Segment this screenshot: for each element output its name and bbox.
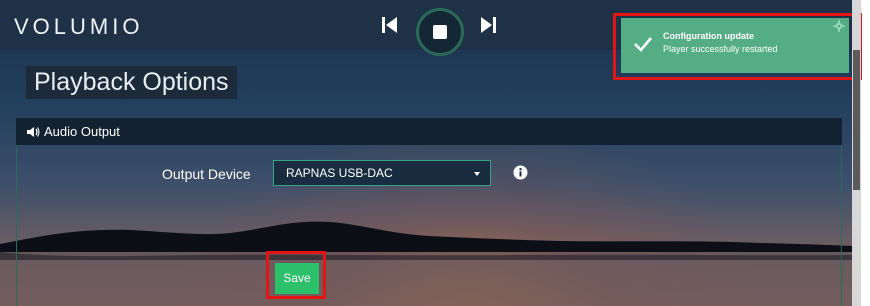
stop-icon: [433, 25, 447, 39]
skip-next-icon[interactable]: [478, 14, 498, 36]
output-device-value: RAPNAS USB-DAC: [286, 166, 393, 180]
toast-highlight-box: [613, 13, 862, 80]
info-icon[interactable]: [513, 165, 528, 180]
page-title: Playback Options: [26, 66, 237, 99]
scrollbar-thumb[interactable]: [853, 50, 860, 190]
speaker-icon: [27, 127, 40, 137]
save-button[interactable]: Save: [275, 263, 319, 294]
chevron-down-icon: [474, 172, 480, 176]
skip-previous-icon[interactable]: [380, 14, 400, 36]
output-device-label: Output Device: [162, 166, 251, 182]
stop-button[interactable]: [416, 8, 464, 56]
transport-controls: [380, 8, 520, 56]
audio-output-panel-header: Audio Output: [16, 117, 842, 145]
volumio-logo[interactable]: VOLUMIO: [14, 14, 143, 40]
output-device-select[interactable]: RAPNAS USB-DAC: [273, 160, 491, 186]
panel-title: Audio Output: [44, 124, 120, 139]
